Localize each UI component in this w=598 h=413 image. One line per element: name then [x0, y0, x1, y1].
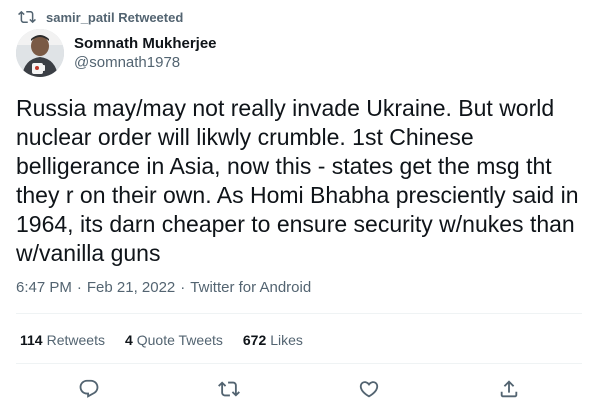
reply-button[interactable] [76, 376, 102, 402]
like-icon [359, 381, 379, 398]
author-handle[interactable]: @somnath1978 [74, 53, 217, 73]
retweet-icon [18, 10, 36, 24]
tweet-source[interactable]: Twitter for Android [190, 279, 311, 296]
retweet-button[interactable] [216, 376, 242, 402]
quote-tweets-stat[interactable]: 4 Quote Tweets [125, 332, 223, 348]
share-icon [500, 380, 518, 398]
likes-count: 672 [242, 332, 267, 348]
divider [16, 313, 582, 314]
avatar[interactable] [16, 29, 64, 77]
author-display-name[interactable]: Somnath Mukherjee [74, 35, 217, 53]
likes-stat[interactable]: 672 Likes [243, 332, 303, 348]
retweets-label: Retweets [46, 332, 105, 348]
retweets-stat[interactable]: 114 Retweets [20, 332, 105, 348]
tweet-time[interactable]: 6:47 PM [16, 279, 72, 296]
engagement-stats: 114 Retweets 4 Quote Tweets 672 Likes [20, 332, 303, 348]
retweet-context[interactable]: samir_patil Retweeted [18, 8, 183, 26]
like-button[interactable] [356, 376, 382, 402]
author-block[interactable]: Somnath Mukherjee @somnath1978 [74, 35, 217, 73]
tweet-actions [0, 372, 598, 406]
divider [16, 363, 582, 364]
tweet-meta: 6:47 PM · Feb 21, 2022 · Twitter for And… [16, 279, 311, 296]
share-button[interactable] [496, 376, 522, 402]
retweet-context-text: samir_patil Retweeted [46, 9, 184, 25]
tweet-date[interactable]: Feb 21, 2022 [87, 279, 175, 296]
reply-icon [79, 379, 99, 398]
quote-tweets-label: Quote Tweets [136, 332, 223, 348]
meta-separator: · [180, 279, 186, 296]
retweet-icon [218, 381, 240, 397]
retweets-count: 114 [20, 332, 43, 348]
likes-label: Likes [270, 332, 303, 348]
meta-separator: · [76, 279, 82, 296]
quote-tweets-count: 4 [124, 332, 133, 348]
tweet-text: Russia may/may not really invade Ukraine… [16, 95, 579, 266]
